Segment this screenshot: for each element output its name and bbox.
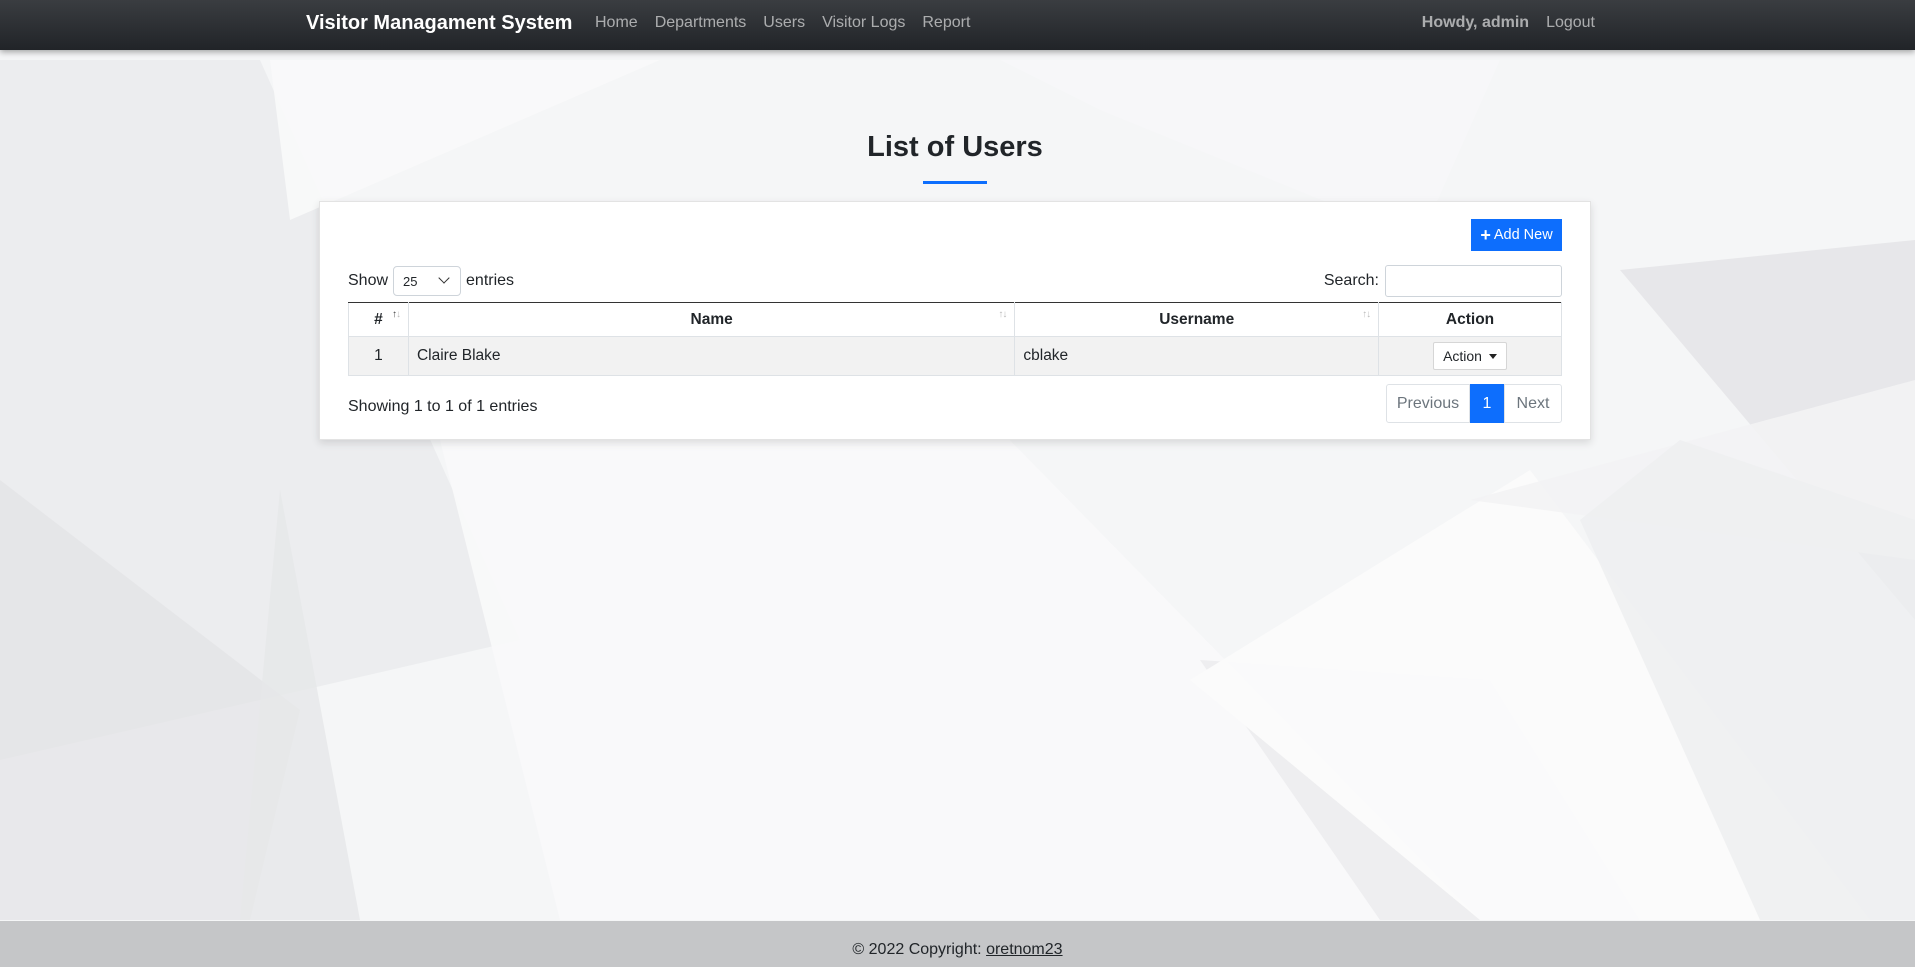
nav-link-home[interactable]: Home: [595, 14, 638, 32]
sort-icon: ↑↓: [391, 309, 401, 320]
cell-action: Action: [1378, 336, 1562, 376]
nav-link-visitor-logs[interactable]: Visitor Logs: [822, 14, 905, 32]
show-label: Show: [348, 272, 389, 289]
pagination-page-1[interactable]: 1: [1470, 384, 1504, 423]
nav-right: Howdy, admin Logout: [1422, 14, 1595, 32]
page-length-control: Show 25 entries: [348, 266, 514, 296]
table-header-row: # ↑↓ Name ↑↓ Username ↑↓ Action: [348, 302, 1562, 337]
footer: © 2022 Copyright: oretnom23: [0, 921, 1915, 967]
footer-author-link[interactable]: oretnom23: [986, 941, 1063, 958]
search-control: Search:: [1324, 265, 1562, 297]
nav-link-report[interactable]: Report: [922, 14, 970, 32]
page-length-value: 25: [403, 273, 418, 289]
users-card: + Add New Show 25 entries Search: # ↑↓ N…: [319, 201, 1591, 440]
page-length-select[interactable]: 25: [393, 266, 462, 296]
chevron-down-icon: [438, 272, 450, 284]
column-header-name[interactable]: Name ↑↓: [407, 302, 1016, 337]
column-header-number-label: #: [374, 310, 383, 328]
column-header-action: Action: [1378, 302, 1562, 337]
search-label: Search:: [1323, 272, 1379, 289]
column-header-name-label: Name: [690, 310, 733, 328]
footer-copyright: © 2022 Copyright:: [852, 941, 987, 958]
nav-link-departments[interactable]: Departments: [655, 14, 747, 32]
pagination-previous[interactable]: Previous: [1386, 384, 1470, 423]
nav-links: Home Departments Users Visitor Logs Repo…: [595, 14, 987, 32]
column-header-number[interactable]: # ↑↓: [348, 302, 409, 337]
page-title: List of Users: [867, 131, 1043, 163]
table-row: 1 Claire Blake cblake Action: [348, 336, 1562, 376]
add-new-button[interactable]: + Add New: [1471, 219, 1562, 251]
title-underline: [923, 181, 987, 184]
column-header-username[interactable]: Username ↑↓: [1014, 302, 1380, 337]
sort-icon: ↑↓: [998, 309, 1007, 320]
pagination-next[interactable]: Next: [1504, 384, 1562, 423]
navbar: Visitor Managament System Home Departmen…: [0, 0, 1915, 50]
column-header-action-label: Action: [1445, 310, 1495, 328]
cell-number: 1: [348, 336, 409, 376]
user-greeting: Howdy, admin: [1421, 14, 1530, 31]
nav-link-users[interactable]: Users: [763, 14, 805, 32]
sort-icon: ↑↓: [1362, 309, 1371, 320]
add-new-label: Add New: [1493, 227, 1553, 243]
users-table: # ↑↓ Name ↑↓ Username ↑↓ Action 1 Claire…: [348, 302, 1562, 376]
table-info: Showing 1 to 1 of 1 entries: [348, 398, 538, 415]
entries-label: entries: [466, 272, 515, 289]
action-dropdown-button[interactable]: Action: [1433, 342, 1507, 370]
caret-down-icon: [1488, 353, 1497, 359]
brand-title[interactable]: Visitor Managament System: [306, 12, 572, 35]
cell-username: cblake: [1014, 336, 1380, 376]
pagination: Previous 1 Next: [1386, 384, 1562, 423]
logout-link[interactable]: Logout: [1546, 14, 1595, 32]
action-dropdown-label: Action: [1443, 348, 1482, 364]
column-header-username-label: Username: [1159, 310, 1235, 328]
cell-name: Claire Blake: [407, 336, 1016, 376]
plus-icon: +: [1480, 225, 1491, 245]
search-input[interactable]: [1385, 265, 1562, 297]
